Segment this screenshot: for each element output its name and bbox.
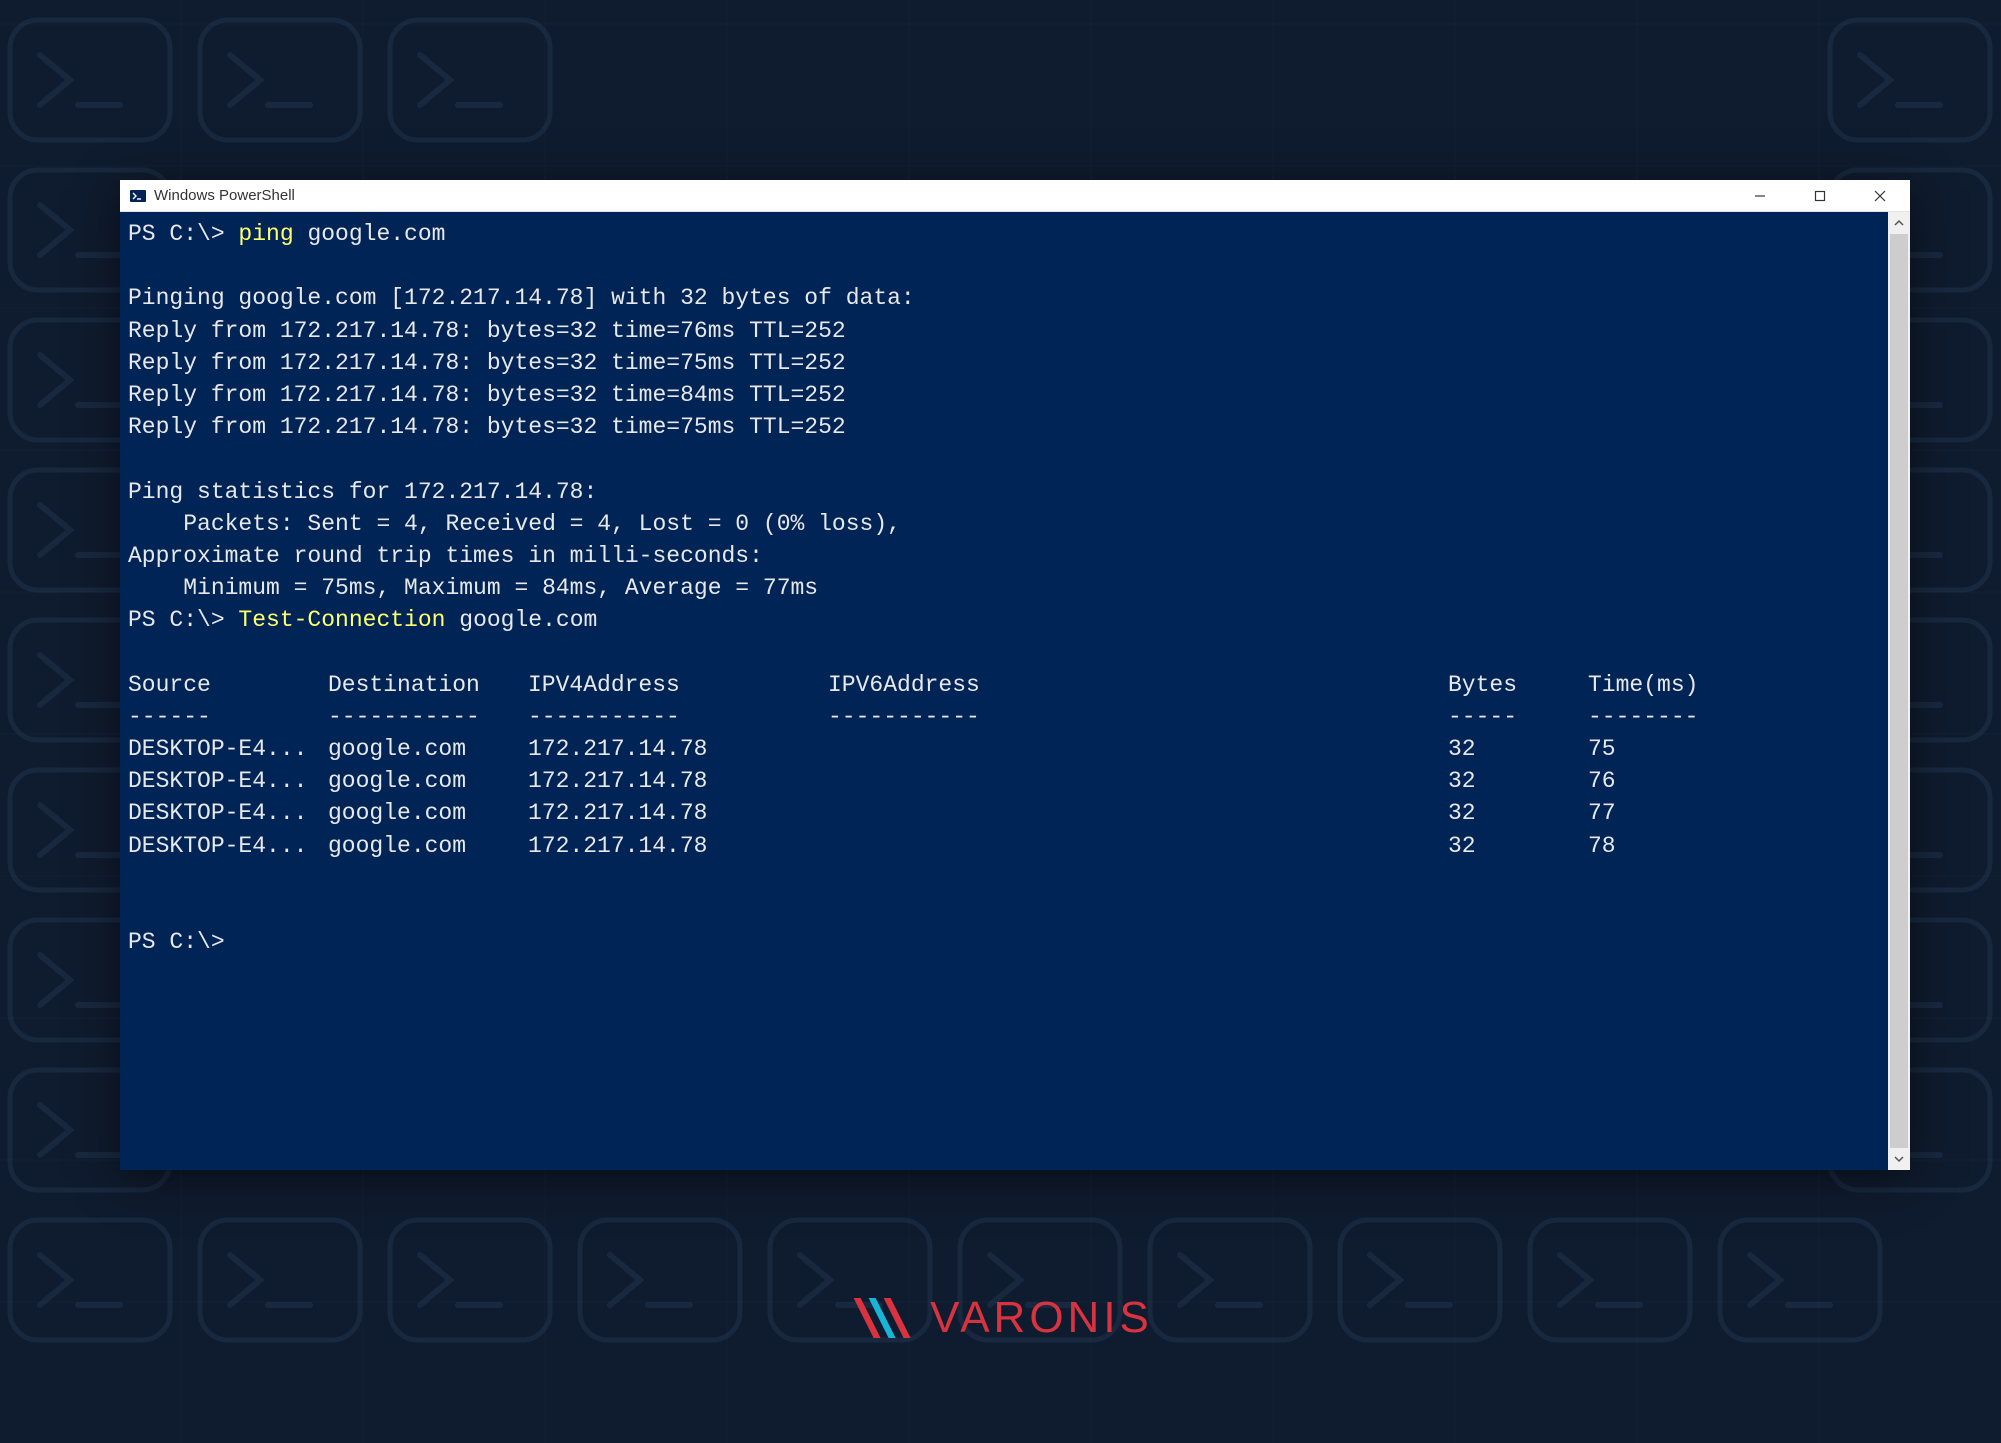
powershell-icon: [130, 188, 146, 204]
ping-reply: Reply from 172.217.14.78: bytes=32 time=…: [128, 350, 846, 376]
col-ipv4: IPV4Address: [528, 669, 828, 701]
vertical-scrollbar[interactable]: [1888, 212, 1910, 1170]
prompt: PS C:\>: [128, 221, 238, 247]
maximize-button[interactable]: [1790, 180, 1850, 211]
command-test-connection: Test-Connection: [238, 607, 445, 633]
varonis-logo-text: VARONIS: [930, 1293, 1153, 1343]
col-destination: Destination: [328, 669, 528, 701]
table-row: DESKTOP-E4...google.com172.217.14.783276: [128, 765, 1880, 797]
ping-reply: Reply from 172.217.14.78: bytes=32 time=…: [128, 414, 846, 440]
ping-reply: Reply from 172.217.14.78: bytes=32 time=…: [128, 382, 846, 408]
prompt: PS C:\>: [128, 929, 225, 955]
command-ping: ping: [238, 221, 293, 247]
command-args: google.com: [294, 221, 446, 247]
scrollbar-track[interactable]: [1888, 234, 1910, 1148]
minimize-button[interactable]: [1730, 180, 1790, 211]
chevron-down-icon: [1894, 1154, 1904, 1164]
col-source: Source: [128, 669, 328, 701]
window-controls: [1730, 180, 1910, 211]
ping-reply: Reply from 172.217.14.78: bytes=32 time=…: [128, 318, 846, 344]
prompt: PS C:\>: [128, 607, 238, 633]
window-title: Windows PowerShell: [154, 187, 1730, 204]
command-args: google.com: [445, 607, 597, 633]
varonis-mark-icon: [848, 1293, 918, 1343]
ping-stats-packets: Packets: Sent = 4, Received = 4, Lost = …: [128, 511, 901, 537]
minimize-icon: [1754, 190, 1766, 202]
table-row: DESKTOP-E4...google.com172.217.14.783275: [128, 733, 1880, 765]
close-button[interactable]: [1850, 180, 1910, 211]
col-time: Time(ms): [1588, 669, 1728, 701]
col-bytes: Bytes: [1448, 669, 1588, 701]
terminal-output[interactable]: PS C:\> ping google.com Pinging google.c…: [120, 212, 1888, 1170]
ping-stats-rtt: Minimum = 75ms, Maximum = 84ms, Average …: [128, 575, 818, 601]
varonis-logo: VARONIS: [848, 1293, 1153, 1343]
maximize-icon: [1814, 190, 1826, 202]
titlebar[interactable]: Windows PowerShell: [120, 180, 1910, 212]
terminal-area: PS C:\> ping google.com Pinging google.c…: [120, 212, 1910, 1170]
scroll-up-button[interactable]: [1888, 212, 1910, 234]
table-row: DESKTOP-E4...google.com172.217.14.783277: [128, 797, 1880, 829]
col-ipv6: IPV6Address: [828, 669, 1448, 701]
chevron-up-icon: [1894, 218, 1904, 228]
scrollbar-thumb[interactable]: [1890, 234, 1908, 1148]
powershell-window: Windows PowerShell PS C:\> ping google.c…: [120, 180, 1910, 1170]
table-header-row: SourceDestinationIPV4AddressIPV6AddressB…: [128, 669, 1880, 701]
ping-stats-rtt-header: Approximate round trip times in milli-se…: [128, 543, 763, 569]
ping-header: Pinging google.com [172.217.14.78] with …: [128, 285, 915, 311]
table-row: DESKTOP-E4...google.com172.217.14.783278: [128, 830, 1880, 862]
ping-stats-header: Ping statistics for 172.217.14.78:: [128, 479, 597, 505]
scroll-down-button[interactable]: [1888, 1148, 1910, 1170]
table-dash-row: ----------------------------------------…: [128, 701, 1880, 733]
close-icon: [1874, 190, 1886, 202]
